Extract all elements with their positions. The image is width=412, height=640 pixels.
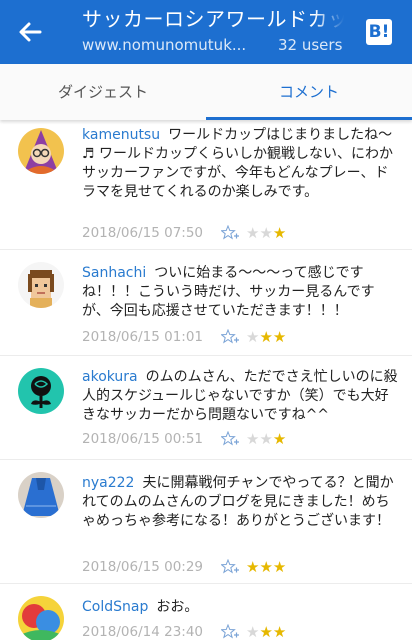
- star-rating: ★★★: [246, 559, 296, 575]
- star-icon: ★: [259, 430, 273, 448]
- hatena-bookmark-icon[interactable]: B!: [366, 19, 392, 45]
- star-icon: ★: [259, 558, 273, 576]
- comment-body: Sanhachi ついに始まる〜〜〜って感じですね！！！こういう時だけ、サッカー見…: [82, 264, 400, 321]
- avatar[interactable]: [18, 596, 64, 640]
- comment-list: kamenutsu ワールドカップはじまりましたね〜♬ ワールドカップくらいしか観…: [0, 120, 412, 640]
- comment-body: kamenutsu ワールドカップはじまりましたね〜♬ ワールドカップくらいしか観…: [82, 126, 400, 202]
- comment-text: おお。: [156, 599, 199, 615]
- comment-username[interactable]: akokura: [82, 369, 138, 385]
- comment-timestamp: 2018/06/14 23:40: [82, 624, 204, 640]
- tab-comments[interactable]: コメント: [206, 64, 412, 120]
- star-rating: ★★★: [246, 431, 296, 447]
- comment-username[interactable]: kamenutsu: [82, 127, 160, 143]
- star-icon: ★: [246, 558, 260, 576]
- page-url[interactable]: www.nomunomutuk...: [82, 36, 246, 54]
- star-icon: ★: [272, 224, 287, 242]
- add-star-icon[interactable]: [221, 225, 239, 241]
- star-icon: ★: [272, 430, 287, 448]
- list-item: Sanhachi ついに始まる〜〜〜って感じですね！！！こういう時だけ、サッカー見…: [0, 250, 412, 356]
- avatar[interactable]: [18, 128, 64, 174]
- star-icon: ★: [246, 623, 260, 640]
- avatar[interactable]: [18, 368, 64, 414]
- star-icon: ★: [259, 224, 273, 242]
- list-item: nya222 夫に開幕戦何チャンでやってる？と聞かれてのムのムさんのブログを見にき…: [0, 460, 412, 584]
- star-icon: ★: [259, 328, 273, 346]
- star-rating: ★★★: [246, 225, 296, 241]
- users-count[interactable]: 32 users: [278, 36, 342, 54]
- star-rating: ★★★: [246, 624, 296, 640]
- comment-timestamp: 2018/06/15 07:50: [82, 225, 204, 241]
- tab-digest[interactable]: ダイジェスト: [0, 64, 206, 120]
- avatar[interactable]: [18, 262, 64, 308]
- star-icon: ★: [246, 224, 260, 242]
- comment-timestamp: 2018/06/15 00:51: [82, 431, 204, 447]
- star-icon: ★: [259, 623, 273, 640]
- star-rating: ★★★: [246, 329, 296, 345]
- comment-body: akokura のムのムさん、ただでさえ忙しいのに殺人的スケジュールじゃないですか…: [82, 368, 400, 425]
- comment-body: ColdSnap おお。: [82, 598, 400, 617]
- back-arrow-icon[interactable]: [16, 18, 44, 46]
- comment-username[interactable]: ColdSnap: [82, 599, 148, 615]
- list-item: ColdSnap おお。 2018/06/14 23:40 ★★★: [0, 584, 412, 640]
- app-bar: サッカーロシアワールドカップ www.nomunomutuk... 32 use…: [0, 0, 412, 64]
- comment-timestamp: 2018/06/15 00:29: [82, 559, 204, 575]
- tab-bar: ダイジェスト コメント: [0, 64, 412, 120]
- star-icon: ★: [272, 558, 287, 576]
- add-star-icon[interactable]: [221, 329, 239, 345]
- avatar[interactable]: [18, 472, 64, 518]
- add-star-icon[interactable]: [221, 431, 239, 447]
- comment-username[interactable]: nya222: [82, 475, 134, 491]
- comment-username[interactable]: Sanhachi: [82, 265, 146, 281]
- page-title: サッカーロシアワールドカップ: [82, 6, 344, 32]
- comment-timestamp: 2018/06/15 01:01: [82, 329, 204, 345]
- add-star-icon[interactable]: [221, 559, 239, 575]
- list-item: akokura のムのムさん、ただでさえ忙しいのに殺人的スケジュールじゃないですか…: [0, 356, 412, 460]
- star-icon: ★: [246, 430, 260, 448]
- star-icon: ★: [272, 328, 287, 346]
- list-item: kamenutsu ワールドカップはじまりましたね〜♬ ワールドカップくらいしか観…: [0, 120, 412, 250]
- add-star-icon[interactable]: [221, 624, 239, 640]
- star-icon: ★: [272, 623, 287, 640]
- comment-body: nya222 夫に開幕戦何チャンでやってる？と聞かれてのムのムさんのブログを見にき…: [82, 474, 400, 531]
- star-icon: ★: [246, 328, 260, 346]
